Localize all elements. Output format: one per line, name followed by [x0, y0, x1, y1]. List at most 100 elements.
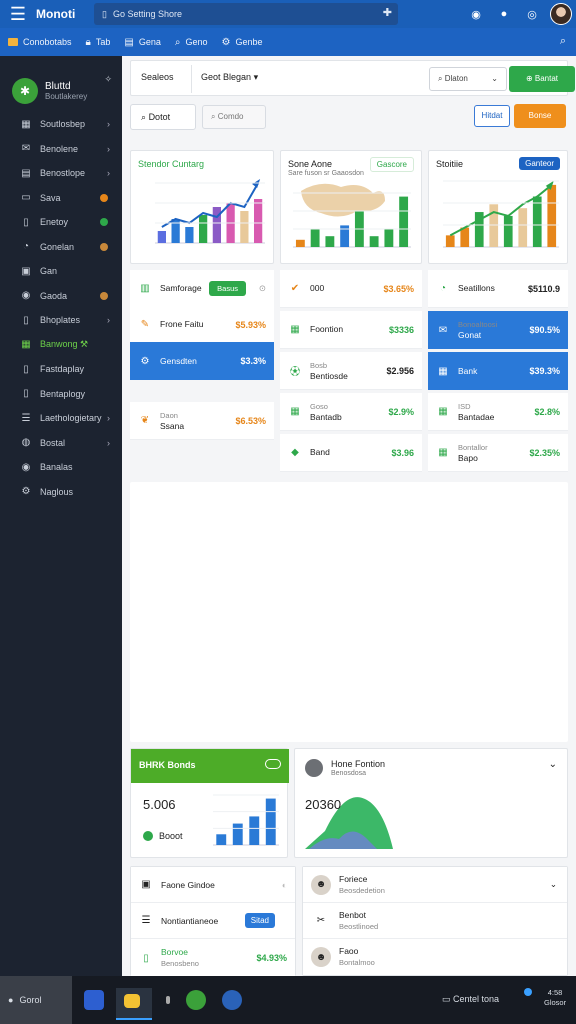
sidebar-item[interactable]: ⚙ Naglous [0, 480, 122, 505]
address-search-bar[interactable]: ▯ Go Setting Shore ✚ [94, 3, 398, 25]
sidebar-item[interactable]: ▯ Fastdaplay [0, 357, 122, 382]
filter-label: Sealeos [141, 72, 174, 82]
taskbar: ● Gorol ▭ Centel tona 4:58 Glosor [0, 976, 576, 1024]
sidebar-item[interactable]: ▯ Bentaplogy [0, 382, 122, 407]
list-item[interactable]: ▦ ISD Bantadae $2.8% [428, 393, 568, 431]
list-item[interactable]: ✎ Frone Faitu $5.93% [130, 306, 274, 344]
item-labels: Samforage [160, 283, 202, 294]
list-item[interactable]: ▦ Goso Bantadb $2.9% [280, 393, 422, 431]
bar-chart [213, 794, 279, 846]
sidebar: ✱ Bluttd Boutlakerey ✧ ▦ Soutlosbep › ✉ Beno… [0, 56, 122, 976]
sidebar-item[interactable]: ◍ Bostal › [0, 431, 122, 456]
notification-icon[interactable]: ● [490, 8, 518, 20]
app-icon-browser[interactable] [84, 990, 104, 1010]
start-button[interactable]: ● Gorol [0, 976, 72, 1024]
tab-conobotabs[interactable]: Conobotabs [8, 37, 72, 47]
list-item[interactable]: ✂ Benbot Beostlinoed [303, 903, 567, 939]
grid-icon: ▦ [438, 447, 448, 458]
toggle-icon[interactable]: ◐ [282, 880, 287, 890]
list-item[interactable]: ◆ Band $3.96 [280, 434, 422, 472]
sidebar-item[interactable]: ◔ Gonelan [0, 235, 122, 260]
add-button[interactable]: ⊕ Bantat [509, 66, 575, 92]
item-labels: Seatillons [458, 283, 495, 294]
search-button[interactable]: ⌕ Dotot [130, 104, 196, 130]
filter-bar: Sealeos Geot Blegan ▾ ⌕ Dlaton ⌄ ⊕ Banta… [130, 60, 575, 96]
item-sublabel: Beostlinoed [339, 921, 379, 931]
item-value: $3336 [388, 324, 414, 335]
orange-button[interactable]: Bonse [514, 104, 566, 128]
user-avatar[interactable] [550, 3, 572, 25]
pin-icon[interactable]: ✧ [104, 74, 112, 85]
item-label: Bentiosde [310, 370, 348, 381]
separator-icon [166, 996, 170, 1004]
chart-icon: ▥ [140, 283, 150, 294]
tab-gena[interactable]: ▤ Gena [124, 37, 160, 48]
list-item[interactable]: ⚽︎ Bosb Bentiosde $2.956 [280, 352, 422, 390]
status-pill[interactable]: Basus [209, 281, 246, 296]
sidebar-item[interactable]: ▭ Sava [0, 186, 122, 211]
sidebar-item[interactable]: ☰ Laethologietary › [0, 406, 122, 431]
sidebar-item[interactable]: ◉ Banalas [0, 455, 122, 480]
secondary-select[interactable]: ⌕ Dlaton ⌄ [429, 67, 507, 91]
item-label: Benbot [339, 909, 366, 920]
sidebar-item[interactable]: ▤ Benostlope › [0, 161, 122, 186]
item-label: Seatillons [458, 283, 495, 293]
list-item[interactable]: ▯ Borvoe Benosbeno $4.93% [131, 939, 295, 977]
list-item[interactable]: ▣ Faone Gindoe ◐ [131, 867, 295, 903]
app-icon-settings[interactable] [222, 990, 242, 1010]
list-item[interactable]: ▦ Bontallor Bapo $2.35% [428, 434, 568, 472]
tab-tab[interactable]: 🔒︎ Tab [86, 37, 111, 48]
list-item[interactable]: ▦ Foontion $3336 [280, 311, 422, 349]
sidebar-item-label: Laethologietary [40, 413, 102, 424]
search-icon: ⌕ [438, 74, 443, 83]
power-icon: ● [8, 995, 14, 1005]
list-item[interactable]: ☻ Foriece Beosdedetion ⌄ [303, 867, 567, 903]
hamburger-menu-icon[interactable]: ☰ [0, 5, 36, 23]
sidebar-item-label: Gaoda [40, 290, 68, 301]
tray-label[interactable]: ▭ Centel tona [442, 994, 499, 1005]
eye-icon[interactable]: ⊙ [259, 283, 266, 294]
list-item[interactable]: ☻ Faoo Bontalmoo [303, 939, 567, 975]
sidebar-item[interactable]: ▦ Soutlosbep › [0, 112, 122, 137]
filter-select[interactable]: Geot Blegan ▾ [201, 72, 258, 83]
outline-button[interactable]: Hitdat [474, 105, 510, 127]
tab-genbe[interactable]: ⚙ Genbe [222, 37, 263, 48]
sidebar-item[interactable]: ▦ Banwong ⚒ [0, 333, 122, 358]
list-item[interactable]: ☰ Nontiantianeoe Sitad [131, 903, 295, 939]
bar [265, 798, 276, 845]
list-item[interactable]: ✔ 000 $3.65% [280, 270, 422, 308]
title-bar: ☰ Monoti ▯ Go Setting Shore ✚ ◉ ● ◎ [0, 0, 576, 28]
clock[interactable]: 4:58 Glosor [544, 988, 566, 1008]
mail-icon: ✉ [438, 324, 448, 336]
app-icon-chrome[interactable] [186, 990, 206, 1010]
item-labels: Bonoaltoosi Gonat [458, 319, 497, 341]
sidebar-item[interactable]: ▣ Gan [0, 259, 122, 284]
sidebar-item-label: Gonelan [40, 241, 75, 252]
tab-geno[interactable]: ⌕ Geno [175, 37, 208, 48]
item-label: Gonat [458, 330, 482, 340]
sidebar-item[interactable]: ◉ Gaoda [0, 284, 122, 309]
extension-icon[interactable]: ✚ [383, 6, 392, 19]
list-item[interactable]: ▥ Samforage Basus ⊙ [130, 270, 274, 308]
filter-button[interactable]: ⌕ Comdo [202, 105, 266, 129]
bar [199, 215, 208, 243]
network-icon[interactable] [524, 988, 532, 996]
sitad-button[interactable]: Sitad [244, 913, 275, 928]
list-item[interactable]: ❦ Daon Ssana $6.53% [130, 402, 274, 440]
settings-icon[interactable]: ◎ [518, 8, 546, 21]
sidebar-item[interactable]: ▯ Bhoplates › [0, 308, 122, 333]
globe-icon: ◍ [21, 437, 31, 449]
item-sublabel: Daon [160, 410, 178, 420]
list-item[interactable]: ▦ Bank $39.3% [428, 352, 568, 390]
leaf-icon: ❦ [140, 415, 150, 426]
chevron-down-icon[interactable]: ⌄ [550, 879, 557, 890]
search-icon[interactable]: ⌕ [560, 35, 566, 48]
sidebar-item[interactable]: ✉ Benolene › [0, 137, 122, 162]
list-item[interactable]: ◔ Seatillons $5110.9 [428, 270, 568, 308]
bar [503, 215, 513, 247]
sidebar-item[interactable]: ▯ Enetoy [0, 210, 122, 235]
list-item[interactable]: ⚙ Gensdten $3.3% [130, 342, 274, 380]
globe-icon[interactable]: ◉ [462, 8, 490, 21]
calendar-icon: ▤ [124, 36, 134, 48]
list-item[interactable]: ✉ Bonoaltoosi Gonat $90.5% [428, 311, 568, 349]
